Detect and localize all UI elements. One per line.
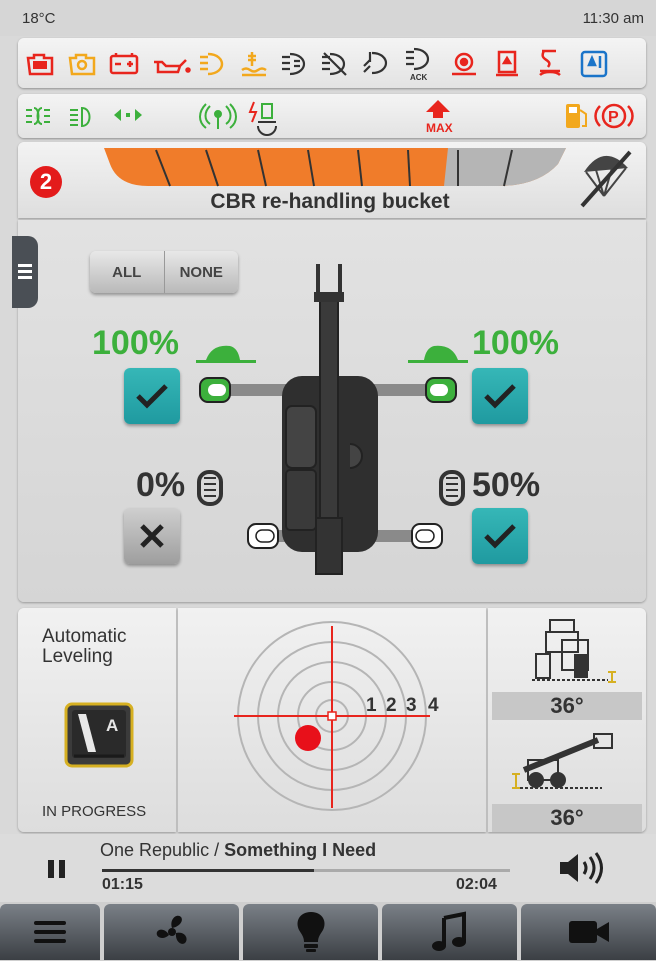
svg-text:4: 4: [428, 695, 439, 716]
machine-top-view: [199, 264, 457, 575]
transmission-fault-icon: [322, 52, 347, 76]
title-separator: /: [209, 840, 225, 860]
checkmark-icon: [136, 384, 168, 409]
stabilizer-pad-front-right: [425, 377, 457, 403]
pause-button[interactable]: [44, 856, 70, 882]
svg-text:P: P: [608, 109, 619, 126]
music-icon: [431, 911, 466, 951]
nav-lights-button[interactable]: [243, 904, 378, 960]
cross-icon: [140, 524, 164, 548]
checkmark-icon: [484, 524, 516, 549]
camera-icon: [568, 921, 609, 943]
nav-camera-button[interactable]: [521, 904, 656, 960]
stabilizer-front-left-percent: 100%: [92, 324, 179, 362]
svg-text:3: 3: [406, 695, 417, 716]
warning-lights-row-1: ACK: [18, 38, 646, 88]
svg-text:1: 1: [366, 695, 377, 716]
indicator-lights-row-2: MAX P: [18, 94, 646, 138]
side-menu-tab[interactable]: [12, 236, 38, 308]
radio-signal-icon: [199, 103, 237, 129]
volume-button[interactable]: [556, 848, 608, 888]
volume-icon: [560, 852, 603, 884]
battery-icon: [109, 53, 139, 75]
stabilizer-rear-right-percent: 50%: [472, 466, 541, 504]
tire-icon: [197, 470, 223, 506]
level-bubble: [295, 725, 321, 751]
fan-icon: [156, 915, 187, 944]
status-bar: 18°C 11:30 am: [0, 0, 656, 36]
lightbulb-icon: [297, 912, 324, 952]
stabilizer-rear-left-percent: 0%: [136, 466, 186, 504]
stabilizer-pad-rear-left: [247, 523, 279, 549]
temperature-readout: 18°C: [22, 10, 56, 27]
hydraulic-temperature-icon: [580, 50, 608, 78]
svg-text:2: 2: [386, 695, 397, 716]
transmission-ack-icon: ACK: [406, 47, 430, 82]
artist-name: One Republic: [100, 840, 210, 860]
boom-suspension-icon: [248, 101, 277, 136]
elapsed-time: 01:15: [102, 876, 143, 893]
parking-brake-icon: P: [594, 103, 634, 129]
bubble-level-target: 1 2 3 4: [234, 621, 439, 811]
engine-check-icon: [68, 53, 96, 76]
auto-leveling-button[interactable]: A: [64, 702, 134, 768]
svg-text:ACK: ACK: [410, 73, 428, 82]
clock: 11:30 am: [582, 10, 644, 27]
lateral-angle: 36°: [492, 692, 642, 720]
fuel-level-icon: [566, 104, 587, 128]
menu-icon: [18, 264, 32, 279]
hydraulic-filter-icon: [200, 52, 224, 76]
nav-menu-button[interactable]: [0, 904, 100, 960]
fog-lights-icon: [26, 107, 50, 125]
menu-icon: [34, 921, 66, 943]
stabilizer-rear-right-checkbox[interactable]: [472, 508, 528, 564]
stabilizer-ground-contact-icon: [196, 345, 256, 363]
transmission-temperature-icon: [363, 51, 388, 75]
engine-stop-icon: [26, 53, 54, 76]
track-title: Something I Need: [224, 840, 377, 860]
coolant-temperature-icon: [241, 52, 267, 77]
longitudinal-tilt-icon: [512, 733, 613, 789]
stabilizer-rear-left-checkbox[interactable]: [124, 508, 180, 564]
longitudinal-angle: 36°: [492, 804, 642, 832]
tool-number-badge: 2: [30, 166, 62, 198]
stabilizer-front-left-checkbox[interactable]: [124, 368, 180, 424]
transmission-icon: [282, 52, 306, 76]
lateral-tilt-icon: [532, 619, 616, 683]
now-playing: One Republic / Something I Need: [100, 840, 376, 861]
leveling-status: IN PROGRESS: [42, 803, 147, 820]
stabilizer-front-right-checkbox[interactable]: [472, 368, 528, 424]
nav-fan-button[interactable]: [104, 904, 239, 960]
fuel-filter-icon: [496, 50, 518, 77]
tire-icon: [439, 470, 465, 506]
axle-oil-icon: [452, 52, 476, 76]
select-all-button[interactable]: ALL: [90, 251, 165, 293]
auto-mode-icon: [64, 702, 134, 768]
pause-icon: [48, 860, 65, 878]
total-time: 02:04: [456, 876, 497, 893]
turn-signals-icon: [114, 109, 142, 121]
svg-text:MAX: MAX: [426, 121, 453, 135]
stabilizer-front-right-percent: 100%: [472, 324, 559, 362]
auto-mode-label: A: [106, 716, 119, 735]
stabilizer-pad-front-left: [199, 377, 231, 403]
nav-music-button[interactable]: [382, 904, 517, 960]
oil-pressure-icon: [154, 59, 191, 74]
auto-leveling-title: Automatic Leveling: [42, 626, 127, 667]
stabilizer-pad-rear-right: [411, 523, 443, 549]
no-float-parachute-icon[interactable]: [578, 148, 634, 210]
low-beam-icon: [70, 106, 91, 128]
track-progress-fill: [102, 869, 315, 872]
air-filter-icon: [539, 49, 561, 77]
checkmark-icon: [484, 384, 516, 409]
max-load-icon: MAX: [426, 100, 453, 135]
tool-name: CBR re-handling bucket: [210, 190, 450, 213]
stabilizer-ground-contact-icon: [408, 345, 468, 363]
